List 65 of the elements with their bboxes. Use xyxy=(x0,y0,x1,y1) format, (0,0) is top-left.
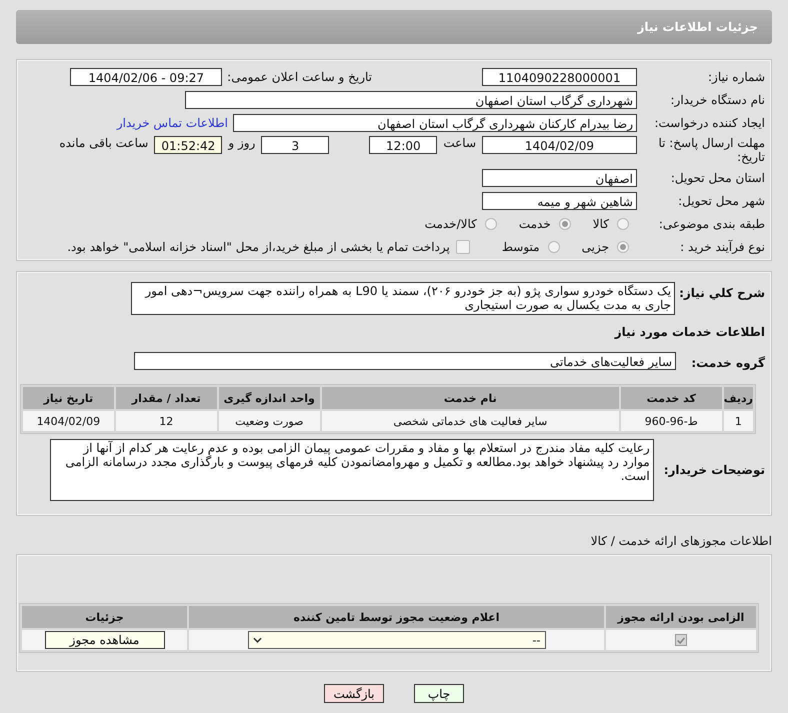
field-label: نام دستگاه خریدار: xyxy=(670,92,765,106)
table-cell: ط-96-960 xyxy=(620,411,722,431)
deadline-date-field[interactable]: 1404/02/09 xyxy=(482,136,637,154)
checkbox[interactable] xyxy=(675,634,687,646)
radio-label: جزیی xyxy=(582,240,609,254)
contact-link[interactable]: اطلاعات تماس خریدار xyxy=(116,116,228,130)
field-label: مهلت ارسال پاسخ: تا تاریخ: xyxy=(657,136,765,164)
table-cell: 1404/02/09 xyxy=(23,411,114,431)
column-header: کد خدمت xyxy=(620,387,722,409)
field-label: ساعت باقی مانده xyxy=(59,136,148,150)
column-header: واحد اندازه گیری xyxy=(218,387,320,409)
description-field[interactable]: یک دستگاه خودرو سواری پژو (به جز خودرو ۲۰۶)، سمند یا L90 به همراه راننده جهت سرویس¬دهی امور جاری به مدت یکسال به صورت استیجاری xyxy=(131,282,676,315)
checkbox-label: پرداخت تمام یا بخشی از مبلغ خرید،از محل "اسناد خزانه اسلامی" خواهد بود. xyxy=(67,240,450,254)
radio-button[interactable] xyxy=(548,240,560,252)
radio-label: کالا xyxy=(592,216,609,230)
field-label: ایجاد کننده درخواست: xyxy=(653,116,765,130)
announce-date-field[interactable]: 1404/02/06 - 09:27 xyxy=(70,68,222,86)
field-label: نوع فرآیند خرید : xyxy=(679,240,765,254)
column-header: ردیف xyxy=(724,387,753,409)
field-label: شهر محل تحویل: xyxy=(677,194,765,208)
section-title: اطلاعات مجوزهای ارائه خدمت / کالا xyxy=(590,534,772,548)
column-header: الزامی بودن ارائه مجوز xyxy=(606,606,756,628)
column-header: تعداد / مقدار xyxy=(116,387,217,409)
column-header: تاریخ نیاز xyxy=(23,387,114,409)
radio-label: خدمت xyxy=(518,216,551,230)
city-field[interactable]: شاهین شهر و میمه xyxy=(482,192,637,210)
field-label: طبقه بندی موضوعی: xyxy=(658,216,765,230)
checkbox[interactable] xyxy=(456,240,470,254)
section-heading: اطلاعات خدمات مورد نیاز xyxy=(613,325,765,339)
field-label: استان محل تحویل: xyxy=(670,170,765,184)
caret-icon xyxy=(252,637,262,643)
field-label: شرح کلي نياز: xyxy=(679,286,765,300)
table-cell: صورت وضعیت xyxy=(218,411,320,431)
field-label: تاریخ و ساعت اعلان عمومی: xyxy=(227,70,372,84)
radio-label: کالا/خدمت xyxy=(424,216,477,230)
radio-button[interactable] xyxy=(484,218,497,230)
field-label: شماره نیاز: xyxy=(707,70,765,84)
table-cell: 12 xyxy=(116,411,217,431)
radio-button[interactable] xyxy=(558,218,571,230)
need-number-field[interactable]: 1104090228000001 xyxy=(482,68,637,86)
view-permit-button[interactable]: مشاهده مجوز xyxy=(44,631,164,649)
days-field[interactable]: 3 xyxy=(261,136,330,154)
column-header: نام خدمت xyxy=(322,387,619,409)
table-cell: سایر فعالیت های خدماتی شخصی xyxy=(322,411,619,431)
print-button[interactable]: چاپ xyxy=(414,684,464,703)
buyer-field[interactable]: شهرداری گرگاب استان اصفهان xyxy=(185,90,637,108)
field-label: گروه خدمت: xyxy=(690,356,765,370)
deadline-time-field[interactable]: 12:00 xyxy=(369,136,438,154)
status-dropdown[interactable]: -- xyxy=(248,631,546,649)
back-button[interactable]: بازگشت xyxy=(324,684,384,703)
service-group-field[interactable]: سایر فعالیت‌های خدماتی xyxy=(134,352,676,370)
column-header: جزئیات xyxy=(22,606,187,628)
field-label: توضیحات خریدار: xyxy=(664,463,765,477)
radio-button[interactable] xyxy=(617,240,629,252)
radio-button[interactable] xyxy=(617,218,629,230)
countdown-field[interactable]: 01:52:42 xyxy=(154,136,222,154)
table-cell: 1 xyxy=(724,411,753,431)
column-header: اعلام وضعیت مجوز توسط تامین کننده xyxy=(189,606,604,628)
field-label: روز و xyxy=(228,136,256,150)
creator-field[interactable]: رضا بیدرام کارکنان شهرداری گرگاب استان اصفهان xyxy=(233,114,637,132)
field-label: ساعت xyxy=(443,136,476,150)
radio-label: متوسط xyxy=(502,240,540,254)
page-title: جزئیات اطلاعات نیاز xyxy=(637,20,758,34)
province-field[interactable]: اصفهان xyxy=(482,168,637,186)
buyer-notes-field[interactable]: رعایت کلیه مفاد مندرج در استعلام بها و مفاد و مقررات عمومی پیمان الزامی بوده و عدم رعایت هر کدام از آنها از موارد رد پیشنهاد خواهد بود.مطالعه و تکمیل و مهروامضانمودن کلیه فرمهای پیوست و بارگذاری مجدد درسامانه الزامی است. xyxy=(50,439,654,501)
